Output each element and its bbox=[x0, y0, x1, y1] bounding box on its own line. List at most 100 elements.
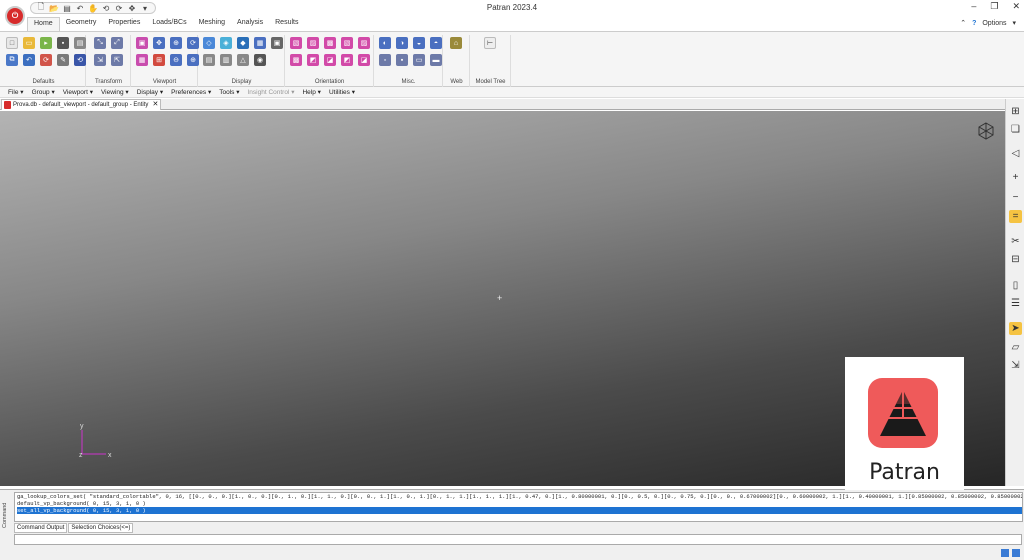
import-icon[interactable]: ▸ bbox=[40, 37, 52, 49]
menu-viewport[interactable]: Viewport ▾ bbox=[59, 87, 97, 97]
zoom-out-ribbon-icon[interactable]: ⊖ bbox=[170, 54, 182, 66]
options-dropdown-icon[interactable]: ▾ bbox=[1012, 19, 1016, 27]
tab-geometry[interactable]: Geometry bbox=[60, 17, 103, 31]
close-button[interactable]: ✕ bbox=[1012, 1, 1020, 12]
help-icon[interactable]: ? bbox=[972, 20, 976, 27]
menu-preferences[interactable]: Preferences ▾ bbox=[167, 87, 215, 97]
menu-utilities[interactable]: Utilities ▾ bbox=[325, 87, 359, 97]
save-db-icon[interactable]: ▪ bbox=[57, 37, 69, 49]
brush-icon[interactable]: ✎ bbox=[57, 54, 69, 66]
restore-button[interactable]: ❐ bbox=[990, 1, 998, 12]
pan-icon[interactable]: ✥ bbox=[153, 37, 165, 49]
menu-group[interactable]: Group ▾ bbox=[28, 87, 59, 97]
tab-loads-bcs[interactable]: Loads/BCs bbox=[146, 17, 192, 31]
misc-1-icon[interactable]: ◐ bbox=[379, 37, 391, 49]
minimize-button[interactable]: – bbox=[971, 1, 976, 12]
view-iso4-icon[interactable]: ◪ bbox=[358, 54, 370, 66]
misc-5-icon[interactable]: ▫ bbox=[379, 54, 391, 66]
view-top-icon[interactable]: ▩ bbox=[324, 37, 336, 49]
view-iso1-icon[interactable]: ◩ bbox=[307, 54, 319, 66]
new-db-icon[interactable]: □ bbox=[6, 37, 18, 49]
menu-tools[interactable]: Tools ▾ bbox=[215, 87, 243, 97]
translate-icon[interactable]: ⇲ bbox=[94, 54, 106, 66]
fit-view-icon[interactable]: ⤡ bbox=[94, 37, 106, 49]
misc-7-icon[interactable]: ▭ bbox=[413, 54, 425, 66]
layers-icon[interactable]: ❏ bbox=[1009, 123, 1022, 136]
tools-icon[interactable]: ✂ bbox=[1009, 235, 1022, 248]
select-icon[interactable]: ➤ bbox=[1009, 322, 1022, 335]
node-icon[interactable]: ▥ bbox=[220, 54, 232, 66]
menu-file[interactable]: File ▾ bbox=[4, 87, 28, 97]
display-grid-icon[interactable]: ▦ bbox=[254, 37, 266, 49]
view-iso2-icon[interactable]: ◪ bbox=[324, 54, 336, 66]
close-tab-icon[interactable]: ✕ bbox=[153, 100, 159, 110]
open-db-icon[interactable]: ▭ bbox=[23, 37, 35, 49]
zoom-in-icon[interactable]: + bbox=[1009, 171, 1022, 184]
misc-4-icon[interactable]: ◓ bbox=[430, 37, 442, 49]
scale-icon[interactable]: ⤢ bbox=[111, 37, 123, 49]
document-tab[interactable]: Prova.db - default_viewport - default_gr… bbox=[1, 99, 162, 110]
tab-properties[interactable]: Properties bbox=[102, 17, 146, 31]
panel-icon[interactable] bbox=[1012, 549, 1020, 557]
tab-meshing[interactable]: Meshing bbox=[193, 17, 231, 31]
axis-triad: y z x bbox=[79, 423, 112, 459]
undo-ribbon-icon[interactable]: ↶ bbox=[23, 54, 35, 66]
view-front-icon[interactable]: ▧ bbox=[290, 37, 302, 49]
spin-view-icon[interactable]: ⟳ bbox=[187, 37, 199, 49]
box-icon[interactable]: ▱ bbox=[1009, 341, 1022, 354]
tab-analysis[interactable]: Analysis bbox=[231, 17, 269, 31]
misc-6-icon[interactable]: ▪ bbox=[396, 54, 408, 66]
model-tree-icon[interactable]: ⊢ bbox=[484, 37, 496, 49]
render-icon[interactable]: ◉ bbox=[254, 54, 266, 66]
view-back-icon[interactable]: ▨ bbox=[307, 37, 319, 49]
menu-display[interactable]: Display ▾ bbox=[133, 87, 167, 97]
print-icon[interactable]: ▤ bbox=[74, 37, 86, 49]
transform-icon[interactable]: ⇲ bbox=[1009, 359, 1022, 372]
options-menu[interactable]: Options bbox=[982, 20, 1006, 27]
misc-3-icon[interactable]: ◒ bbox=[413, 37, 425, 49]
viewport-post-icon[interactable]: ▦ bbox=[136, 54, 148, 66]
refresh-icon[interactable]: ⟳ bbox=[40, 54, 52, 66]
mirror-icon[interactable]: ⇱ bbox=[111, 54, 123, 66]
home-icon[interactable]: ⌂ bbox=[450, 37, 462, 49]
fit-icon[interactable]: = bbox=[1009, 210, 1022, 223]
copy-icon[interactable]: ⧉ bbox=[6, 54, 18, 66]
view-cube-icon[interactable] bbox=[976, 121, 996, 141]
element-icon[interactable]: △ bbox=[237, 54, 249, 66]
hidden-line-icon[interactable]: ◈ bbox=[220, 37, 232, 49]
ruler-icon[interactable]: ⊟ bbox=[1009, 253, 1022, 266]
command-input[interactable] bbox=[14, 534, 1022, 545]
menu-viewing[interactable]: Viewing ▾ bbox=[97, 87, 133, 97]
tab-selection-choices[interactable]: Selection Choices(<=) bbox=[68, 523, 134, 533]
app-logo-button[interactable]: ⏻ bbox=[5, 6, 25, 26]
menu-insight-control[interactable]: Insight Control ▾ bbox=[243, 87, 298, 97]
shaded-icon[interactable]: ◆ bbox=[237, 37, 249, 49]
rotate-view-icon[interactable]: ⟲ bbox=[74, 54, 86, 66]
center-icon[interactable]: ⊕ bbox=[170, 37, 182, 49]
list-icon[interactable]: ☰ bbox=[1009, 297, 1022, 310]
zoom-in-ribbon-icon[interactable]: ⊕ bbox=[187, 54, 199, 66]
defaults-buttons: □ ▭ ▸ ▪ ▤ ⧉ ↶ ⟳ ✎ ⟲ bbox=[6, 37, 87, 67]
entity-icon[interactable]: ▤ bbox=[203, 54, 215, 66]
layout-icon[interactable] bbox=[1001, 549, 1009, 557]
command-history[interactable]: ga_lookup_colors_set( "standard_colortab… bbox=[14, 492, 1023, 522]
view-bottom-icon[interactable]: ▧ bbox=[341, 37, 353, 49]
zoom-out-icon[interactable]: − bbox=[1009, 191, 1022, 204]
view-left-icon[interactable]: ▨ bbox=[358, 37, 370, 49]
tab-command-output[interactable]: Command Output bbox=[14, 523, 68, 533]
viewport-new-icon[interactable]: ▣ bbox=[136, 37, 148, 49]
view-iso3-icon[interactable]: ◩ bbox=[341, 54, 353, 66]
collapse-ribbon-icon[interactable]: ⌃ bbox=[960, 19, 966, 27]
shape-icon[interactable]: ◁ bbox=[1009, 147, 1022, 160]
doc-icon[interactable]: ▯ bbox=[1009, 279, 1022, 292]
misc-8-icon[interactable]: ▬ bbox=[430, 54, 442, 66]
misc-2-icon[interactable]: ◑ bbox=[396, 37, 408, 49]
tree-icon[interactable]: ⊞ bbox=[1009, 105, 1022, 118]
grid-view-icon[interactable]: ⊞ bbox=[153, 54, 165, 66]
wireframe-icon[interactable]: ◇ bbox=[203, 37, 215, 49]
tab-home[interactable]: Home bbox=[27, 17, 60, 31]
display-label-icon[interactable]: ▣ bbox=[271, 37, 283, 49]
tab-results[interactable]: Results bbox=[269, 17, 304, 31]
view-right-icon[interactable]: ▩ bbox=[290, 54, 302, 66]
menu-help[interactable]: Help ▾ bbox=[298, 87, 324, 97]
